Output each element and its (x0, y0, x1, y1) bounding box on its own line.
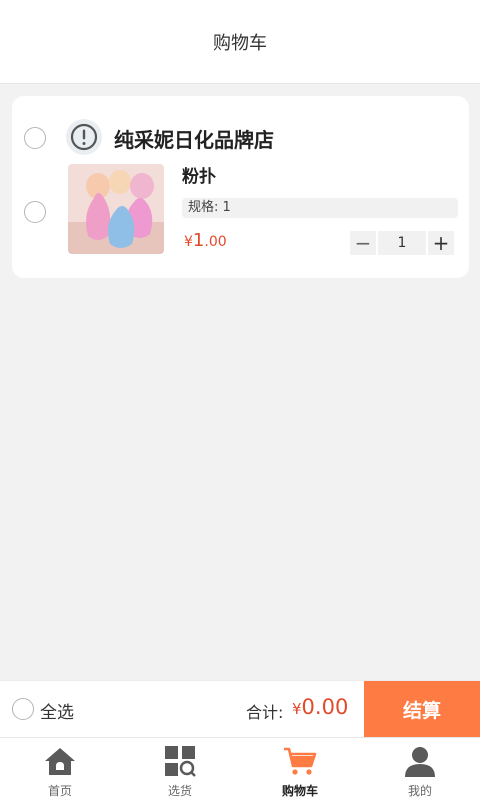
product-spec[interactable]: 规格: 1 (182, 198, 458, 218)
tab-home-label: 首页 (47, 784, 72, 798)
tab-select-goods[interactable]: 选货 (120, 738, 240, 800)
select-all-label[interactable]: 全选 (40, 698, 74, 723)
checkout-bar: 全选 合计: ¥0.00 结算 (0, 680, 480, 738)
alert-icon (66, 119, 102, 155)
tab-home[interactable]: 首页 (0, 738, 120, 800)
top-header: 购物车 (0, 0, 480, 84)
tab-cart-label: 购物车 (281, 784, 318, 798)
price-symbol: ¥ (184, 234, 193, 250)
product-name[interactable]: 粉扑 (182, 162, 216, 187)
shop-card: 纯采妮日化品牌店 粉扑 规格: 1 ¥1.00 − 1 + (12, 96, 469, 278)
quantity-value[interactable]: 1 (378, 231, 426, 255)
page-title: 购物车 (213, 32, 267, 54)
increase-button[interactable]: + (428, 231, 454, 255)
total-integer: 0 (301, 695, 315, 719)
select-all-radio[interactable] (12, 698, 34, 720)
user-icon (403, 744, 437, 778)
grid-search-icon (163, 744, 197, 778)
checkout-button[interactable]: 结算 (364, 681, 480, 738)
quantity-stepper: − 1 + (350, 231, 454, 255)
home-icon (43, 744, 77, 778)
product-image[interactable] (68, 164, 164, 254)
shop-select-radio[interactable] (24, 127, 46, 149)
total-label: 合计: (246, 703, 284, 722)
tab-cart[interactable]: 购物车 (240, 738, 360, 800)
price-integer: 1 (192, 230, 205, 251)
price-decimal: .00 (204, 234, 227, 250)
shop-name[interactable]: 纯采妮日化品牌店 (114, 124, 274, 153)
item-select-radio[interactable] (24, 201, 46, 223)
tab-select-goods-label: 选货 (167, 784, 192, 798)
product-price: ¥1.00 (184, 230, 227, 251)
total-value: ¥0.00 (292, 695, 348, 719)
decrease-button[interactable]: − (350, 231, 376, 255)
cart-icon (283, 744, 317, 778)
bottom-tabbar: 首页 选货 购物车 我的 (0, 737, 480, 800)
total-decimal: .00 (314, 695, 349, 719)
total-symbol: ¥ (292, 700, 302, 718)
tab-mine-label: 我的 (407, 784, 432, 798)
tab-mine[interactable]: 我的 (360, 738, 480, 800)
